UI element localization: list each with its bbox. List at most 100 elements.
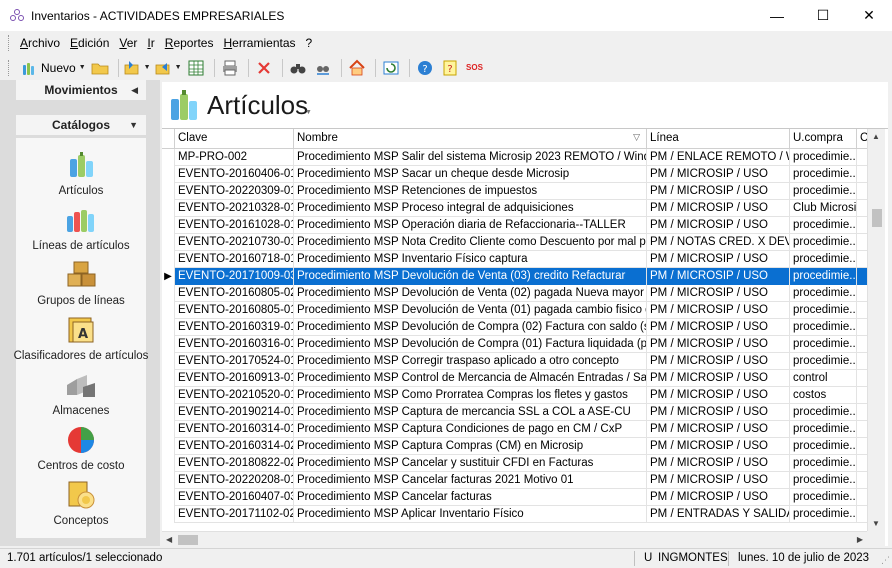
scroll-left-icon[interactable]: ◀ <box>166 535 172 544</box>
cell-clave: EVENTO-20220208-01 <box>175 472 294 489</box>
column-header-ucompra[interactable]: U.compra <box>790 129 857 149</box>
grid-rows: MP-PRO-002 Procedimiento MSP Salir del si… <box>162 149 867 523</box>
table-row[interactable]: EVENTO-20190214-01 Procedimiento MSP Capt… <box>162 404 867 421</box>
sidebar-item-grupos[interactable]: Grupos de líneas <box>16 257 146 312</box>
scroll-up-icon[interactable]: ▲ <box>872 132 880 141</box>
table-row[interactable]: EVENTO-20161028-01 Procedimiento MSP Oper… <box>162 217 867 234</box>
menu-ver[interactable]: Ver <box>119 36 137 50</box>
resize-grip-icon[interactable]: ⋰ <box>881 555 890 566</box>
cell-ucompra: procedimie... <box>790 421 857 438</box>
open-button[interactable] <box>89 57 111 79</box>
cell-cl <box>857 200 867 217</box>
maximize-button[interactable]: ☐ <box>800 0 846 31</box>
cell-linea: PM / MICROSIP / USO <box>647 387 790 404</box>
close-button[interactable]: ✕ <box>846 0 892 31</box>
table-row[interactable]: EVENTO-20210730-01 Procedimiento MSP Nota… <box>162 234 867 251</box>
menu-help[interactable]: ? <box>306 36 313 50</box>
table-row[interactable]: EVENTO-20160805-02 Procedimiento MSP Devo… <box>162 285 867 302</box>
cell-clave: EVENTO-20160718-01 <box>175 251 294 268</box>
row-indicator <box>162 302 175 319</box>
find-replace-button[interactable] <box>312 57 334 79</box>
sidebar-item-clasificadores[interactable]: A Clasificadores de artículos <box>14 312 148 367</box>
grid-view-button[interactable] <box>185 57 207 79</box>
sidebar-item-centros-costo[interactable]: Centros de costo <box>16 422 146 477</box>
new-button[interactable]: Nuevo ▼ <box>20 57 86 79</box>
menu-archivo[interactable]: Archivo <box>20 36 60 50</box>
table-row[interactable]: EVENTO-20210328-01 Procedimiento MSP Proc… <box>162 200 867 217</box>
scroll-down-icon[interactable]: ▼ <box>872 519 880 528</box>
minimize-button[interactable]: — <box>754 0 800 31</box>
table-row[interactable]: EVENTO-20160913-01 Procedimiento MSP Cont… <box>162 370 867 387</box>
sos-button[interactable]: SOS <box>464 57 486 79</box>
cell-cl <box>857 353 867 370</box>
home-button[interactable] <box>346 57 368 79</box>
column-header-nombre[interactable]: Nombre ▽ <box>294 129 647 149</box>
cell-linea: PM / NOTAS CRED. X DEV.... <box>647 234 790 251</box>
table-row[interactable]: EVENTO-20170524-01 Procedimiento MSP Corr… <box>162 353 867 370</box>
tips-button[interactable]: ? <box>439 57 461 79</box>
title-dropdown-icon[interactable]: ▼ <box>305 109 312 116</box>
indicator-header <box>162 129 175 149</box>
new-dropdown-caret[interactable]: ▼ <box>79 64 86 71</box>
help-button[interactable]: ? <box>414 57 436 79</box>
table-row[interactable]: EVENTO-20160805-01 Procedimiento MSP Devo… <box>162 302 867 319</box>
menu-ir[interactable]: Ir <box>147 36 154 50</box>
refresh-button[interactable] <box>380 57 402 79</box>
column-header-clave[interactable]: Clave <box>175 129 294 149</box>
table-row[interactable]: EVENTO-20180822-02 Procedimiento MSP Canc… <box>162 455 867 472</box>
table-row[interactable]: EVENTO-20160319-01 Procedimiento MSP Devo… <box>162 319 867 336</box>
vertical-scrollbar[interactable]: ▲ ▼ <box>867 129 885 531</box>
export-button[interactable]: ▼ <box>154 57 182 79</box>
table-row[interactable]: EVENTO-20210520-01 Procedimiento MSP Como… <box>162 387 867 404</box>
collapse-left-icon[interactable]: ◀ <box>131 85 138 96</box>
menu-edicion[interactable]: Edición <box>70 36 109 50</box>
delete-button[interactable] <box>253 57 275 79</box>
folder-classifier-icon: A <box>68 317 94 343</box>
movimientos-label: Movimientos <box>44 83 118 97</box>
chevron-down-icon[interactable]: ▼ <box>129 120 138 130</box>
horizontal-scrollbar[interactable]: ◀ ▶ <box>162 531 867 546</box>
menu-reportes[interactable]: Reportes <box>165 36 214 50</box>
column-header-cl[interactable]: Cl <box>857 129 867 149</box>
scroll-thumb[interactable] <box>872 209 882 227</box>
cell-ucompra: procedimie... <box>790 438 857 455</box>
table-row[interactable]: EVENTO-20171102-02 Procedimiento MSP Apli… <box>162 506 867 523</box>
cell-clave: EVENTO-20171009-03 <box>175 268 294 285</box>
cell-clave: EVENTO-20190214-01 <box>175 404 294 421</box>
sidebar-item-label: Centros de costo <box>37 460 125 472</box>
sidebar-item-conceptos[interactable]: Conceptos <box>16 477 146 532</box>
table-row[interactable]: EVENTO-20220208-01 Procedimiento MSP Canc… <box>162 472 867 489</box>
table-row[interactable]: EVENTO-20220309-01 Procedimiento MSP Rete… <box>162 183 867 200</box>
cell-clave: EVENTO-20161028-01 <box>175 217 294 234</box>
print-button[interactable] <box>219 57 241 79</box>
table-row[interactable]: EVENTO-20160314-01 Procedimiento MSP Capt… <box>162 421 867 438</box>
table-row[interactable]: EVENTO-20160406-01 Procedimiento MSP Saca… <box>162 166 867 183</box>
table-row[interactable]: MP-PRO-002 Procedimiento MSP Salir del si… <box>162 149 867 166</box>
table-row[interactable]: ▶ EVENTO-20171009-03 Procedimiento MSP Dev… <box>162 268 867 285</box>
movimientos-header[interactable]: Movimientos ◀ <box>16 80 146 100</box>
table-row[interactable]: EVENTO-20160314-02 Procedimiento MSP Capt… <box>162 438 867 455</box>
toolbar-grip <box>8 59 11 76</box>
cell-nombre: Procedimiento MSP Control de Mercancia d… <box>294 370 647 387</box>
concepts-icon <box>68 481 95 509</box>
find-button[interactable] <box>287 57 309 79</box>
catalogos-header[interactable]: Catálogos ▼ <box>16 115 146 135</box>
cell-linea: PM / MICROSIP / USO <box>647 285 790 302</box>
sidebar-item-lineas[interactable]: Líneas de artículos <box>16 202 146 257</box>
cell-ucompra: procedimie... <box>790 217 857 234</box>
sidebar-item-label: Artículos <box>58 185 104 197</box>
scroll-right-icon[interactable]: ▶ <box>857 535 863 544</box>
sidebar-item-almacenes[interactable]: Almacenes <box>16 367 146 422</box>
column-header-linea[interactable]: Línea <box>647 129 790 149</box>
cell-clave: EVENTO-20160319-01 <box>175 319 294 336</box>
menu-herramientas[interactable]: Herramientas <box>223 36 295 50</box>
row-indicator <box>162 421 175 438</box>
sidebar-item-articulos[interactable]: Artículos <box>16 147 146 202</box>
cell-ucompra: costos <box>790 387 857 404</box>
table-row[interactable]: EVENTO-20160316-01 Procedimiento MSP Devo… <box>162 336 867 353</box>
cell-nombre: Procedimiento MSP Nota Credito Cliente c… <box>294 234 647 251</box>
import-button[interactable]: ▼ <box>123 57 151 79</box>
table-row[interactable]: EVENTO-20160407-03 Procedimiento MSP Canc… <box>162 489 867 506</box>
table-row[interactable]: EVENTO-20160718-01 Procedimiento MSP Inve… <box>162 251 867 268</box>
scroll-thumb[interactable] <box>178 535 198 545</box>
